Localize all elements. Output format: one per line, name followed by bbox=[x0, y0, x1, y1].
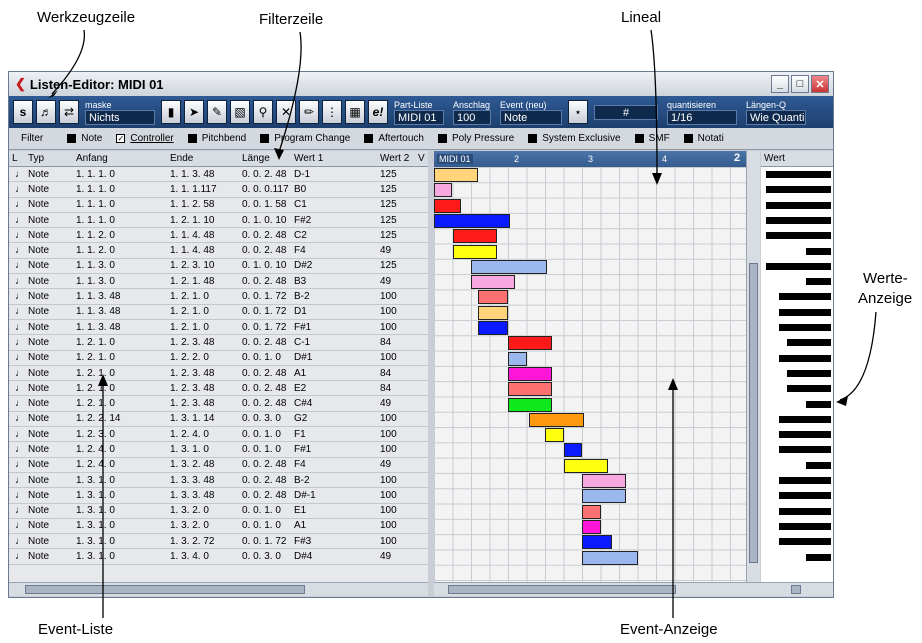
callout-arrows bbox=[48, 29, 877, 618]
arrow-lineal bbox=[650, 29, 658, 178]
arrow-werkzeugzeile bbox=[51, 29, 86, 95]
arrow-werte-anzeige bbox=[839, 311, 877, 401]
arrow-filterzeile bbox=[278, 31, 302, 153]
